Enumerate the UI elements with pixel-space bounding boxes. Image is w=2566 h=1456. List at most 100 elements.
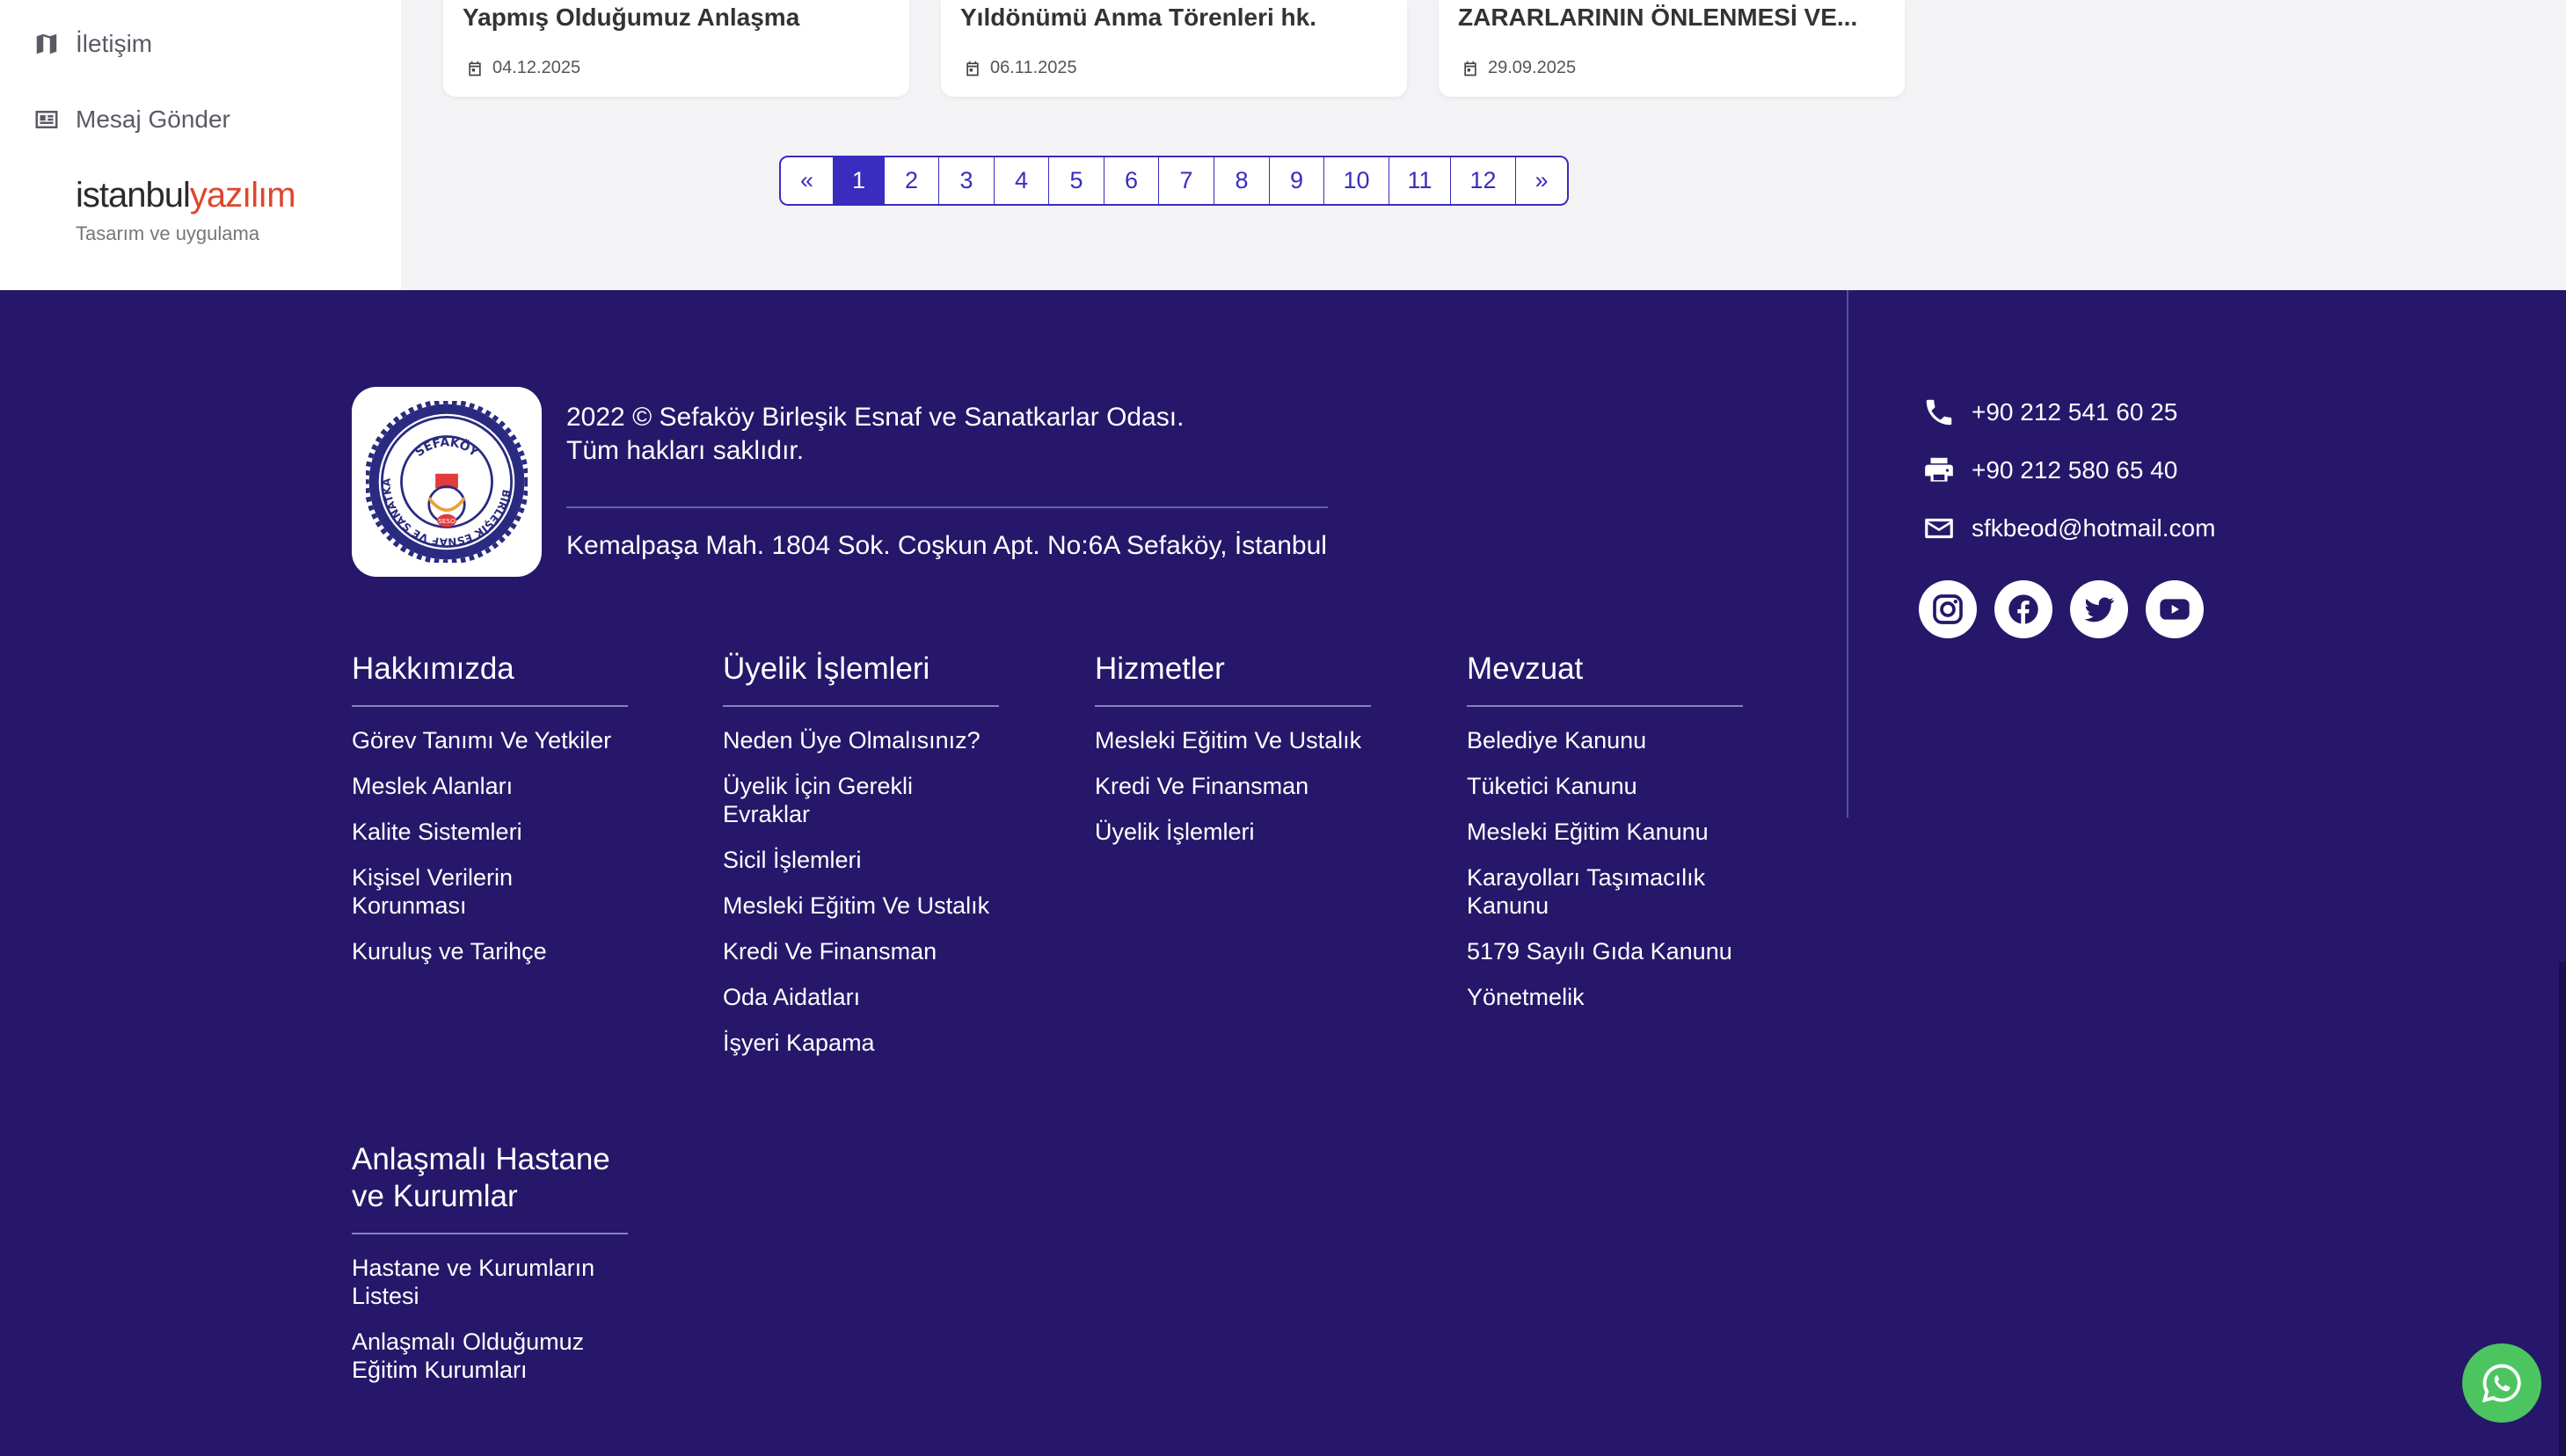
footer-link[interactable]: Oda Aidatları bbox=[723, 983, 999, 1011]
pagination-page[interactable]: 4 bbox=[995, 157, 1049, 204]
footer-rule bbox=[566, 506, 1328, 508]
footer-link[interactable]: İşyeri Kapama bbox=[723, 1029, 999, 1057]
news-card-title[interactable]: Büyük Önder Atatürk'ün 87. Vefat Yıldönü… bbox=[960, 0, 1391, 33]
twitter-link[interactable] bbox=[2070, 580, 2128, 638]
pagination-page[interactable]: 1 bbox=[834, 157, 885, 204]
news-card[interactable]: TÜTÜN ÜRÜNLERİNİN ZARARLARININ ÖNLENMESİ… bbox=[1439, 0, 1905, 97]
youtube-icon bbox=[2160, 599, 2190, 620]
calendar-icon bbox=[469, 61, 481, 76]
pagination-page[interactable]: 9 bbox=[1270, 157, 1324, 204]
news-card-title[interactable]: Albaraka Türk ile Esnafımıza Özel Yapmış… bbox=[463, 0, 893, 33]
pagination-page[interactable]: 10 bbox=[1324, 157, 1389, 204]
calendar-icon bbox=[966, 61, 979, 76]
sidebar-item-iletisim[interactable]: İletişim bbox=[33, 30, 152, 58]
footer-link[interactable]: Tüketici Kanunu bbox=[1467, 772, 1743, 800]
copyright: 2022 © Sefaköy Birleşik Esnaf ve Sanatka… bbox=[566, 401, 1184, 468]
footer-column-title: Mevzuat bbox=[1467, 651, 1743, 707]
site-footer: BİRLEŞİK ESNAF VE SANATKAR ODASI SEFAKÖY… bbox=[0, 290, 2566, 1456]
brand-logo[interactable]: istanbulyazılım Tasarım ve uygulama bbox=[76, 176, 296, 245]
footer-address: Kemalpaşa Mah. 1804 Sok. Coşkun Apt. No:… bbox=[566, 531, 1327, 560]
chamber-logo[interactable]: BİRLEŞİK ESNAF VE SANATKAR ODASI SEFAKÖY… bbox=[352, 387, 542, 577]
footer-column-mevzuat: Mevzuat Belediye Kanunu Tüketici Kanunu … bbox=[1467, 651, 1743, 1029]
pagination-page[interactable]: 5 bbox=[1049, 157, 1104, 204]
pagination-page[interactable]: 3 bbox=[939, 157, 995, 204]
footer-column-title: Anlaşmalı Hastane ve Kurumlar bbox=[352, 1141, 628, 1234]
footer-link[interactable]: Meslek Alanları bbox=[352, 772, 628, 800]
pagination-page[interactable]: 12 bbox=[1451, 157, 1516, 204]
footer-link[interactable]: Üyelik İçin Gerekli Evraklar bbox=[723, 772, 999, 828]
footer-column-hizmetler: Hizmetler Mesleki Eğitim Ve Ustalık Kred… bbox=[1095, 651, 1371, 863]
footer-link[interactable]: Karayolları Taşımacılık Kanunu bbox=[1467, 863, 1743, 920]
youtube-link[interactable] bbox=[2146, 580, 2204, 638]
footer-link[interactable]: Belediye Kanunu bbox=[1467, 726, 1743, 754]
brand-word-2: yazılım bbox=[189, 176, 296, 215]
sidebar-item-label: İletişim bbox=[76, 30, 153, 57]
sidebar-item-label: Mesaj Gönder bbox=[76, 106, 230, 133]
instagram-icon bbox=[1933, 594, 1963, 624]
copyright-line-1: 2022 © Sefaköy Birleşik Esnaf ve Sanatka… bbox=[566, 403, 1185, 432]
facebook-icon bbox=[2008, 594, 2038, 624]
pagination-next[interactable]: » bbox=[1516, 157, 1567, 204]
contact-card-icon bbox=[35, 111, 58, 128]
twitter-icon bbox=[2084, 597, 2114, 622]
phone-text: +90 212 541 60 25 bbox=[1972, 398, 2178, 426]
pagination-page[interactable]: 7 bbox=[1159, 157, 1214, 204]
printer-icon bbox=[1925, 457, 1953, 482]
chamber-seal-icon: BİRLEŞİK ESNAF VE SANATKAR ODASI SEFAKÖY… bbox=[366, 401, 528, 563]
content-area: İletişim Mesaj Gönder istanbulyazılım Ta… bbox=[0, 0, 2566, 290]
instagram-link[interactable] bbox=[1919, 580, 1977, 638]
facebook-link[interactable] bbox=[1994, 580, 2052, 638]
logo-center-text: SESO bbox=[438, 517, 456, 525]
footer-link[interactable]: Mesleki Eğitim Ve Ustalık bbox=[1095, 726, 1371, 754]
footer-link[interactable]: Yönetmelik bbox=[1467, 983, 1743, 1011]
pagination: « 1 2 3 4 5 6 7 8 9 10 11 12 » bbox=[779, 156, 1569, 206]
footer-divider bbox=[1847, 290, 1848, 818]
footer-link[interactable]: Üyelik İşlemleri bbox=[1095, 818, 1371, 846]
footer-link[interactable]: Kişisel Verilerin Korunması bbox=[352, 863, 628, 920]
footer-link[interactable]: Hastane ve Kurumların Listesi bbox=[352, 1254, 628, 1310]
pagination-page[interactable]: 2 bbox=[885, 157, 939, 204]
footer-link[interactable]: Neden Üye Olmalısınız? bbox=[723, 726, 999, 754]
pagination-prev[interactable]: « bbox=[781, 157, 834, 204]
footer-link[interactable]: Kuruluş ve Tarihçe bbox=[352, 937, 628, 965]
sidebar-item-mesaj-gonder[interactable]: Mesaj Gönder bbox=[33, 106, 230, 134]
scrollbar-thumb[interactable] bbox=[2559, 962, 2566, 1456]
footer-link[interactable]: Kredi Ve Finansman bbox=[1095, 772, 1371, 800]
footer-link[interactable]: Görev Tanımı Ve Yetkiler bbox=[352, 726, 628, 754]
contact-email[interactable]: sfkbeod@hotmail.com bbox=[1922, 512, 2215, 545]
footer-link[interactable]: Sicil İşlemleri bbox=[723, 846, 999, 874]
footer-column-uyelik: Üyelik İşlemleri Neden Üye Olmalısınız? … bbox=[723, 651, 999, 1074]
footer-column-hakkimizda: Hakkımızda Görev Tanımı Ve Yetkiler Mesl… bbox=[352, 651, 628, 983]
pagination-page[interactable]: 8 bbox=[1214, 157, 1270, 204]
news-card[interactable]: Büyük Önder Atatürk'ün 87. Vefat Yıldönü… bbox=[941, 0, 1407, 97]
footer-link[interactable]: Anlaşmalı Olduğumuz Eğitim Kurumları bbox=[352, 1328, 628, 1384]
whatsapp-button[interactable] bbox=[2462, 1343, 2541, 1423]
footer-link[interactable]: Kalite Sistemleri bbox=[352, 818, 628, 846]
calendar-icon bbox=[1464, 61, 1476, 76]
news-card-date-text: 04.12.2025 bbox=[492, 58, 581, 77]
contact-phone[interactable]: +90 212 541 60 25 bbox=[1922, 396, 2177, 429]
footer-link[interactable]: Kredi Ve Finansman bbox=[723, 937, 999, 965]
footer-link[interactable]: Mesleki Eğitim Ve Ustalık bbox=[723, 892, 999, 920]
fax-text: +90 212 580 65 40 bbox=[1972, 456, 2178, 484]
footer-column-title: Hakkımızda bbox=[352, 651, 628, 707]
footer-link[interactable]: Mesleki Eğitim Kanunu bbox=[1467, 818, 1743, 846]
map-icon bbox=[36, 33, 57, 55]
whatsapp-icon bbox=[2482, 1364, 2521, 1403]
news-card[interactable]: Albaraka Türk ile Esnafımıza Özel Yapmış… bbox=[443, 0, 909, 97]
pagination-page[interactable]: 11 bbox=[1389, 157, 1451, 204]
news-card-date-text: 29.09.2025 bbox=[1488, 58, 1577, 77]
pagination-page[interactable]: 6 bbox=[1104, 157, 1159, 204]
news-card-date: 04.12.2025 bbox=[466, 58, 580, 78]
footer-link[interactable]: 5179 Sayılı Gıda Kanunu bbox=[1467, 937, 1743, 965]
phone-icon bbox=[1926, 399, 1952, 426]
mail-icon bbox=[1925, 518, 1953, 539]
email-text: sfkbeod@hotmail.com bbox=[1972, 514, 2216, 542]
contact-fax[interactable]: +90 212 580 65 40 bbox=[1922, 454, 2177, 487]
news-card-title[interactable]: TÜTÜN ÜRÜNLERİNİN ZARARLARININ ÖNLENMESİ… bbox=[1458, 0, 1889, 33]
brand-word-1: istanbul bbox=[76, 176, 191, 215]
footer-column-title: Hizmetler bbox=[1095, 651, 1371, 707]
footer-column-anlasmali: Anlaşmalı Hastane ve Kurumlar Hastane ve… bbox=[352, 1141, 628, 1401]
copyright-line-2: Tüm hakları saklıdır. bbox=[566, 436, 805, 465]
news-card-date-text: 06.11.2025 bbox=[990, 58, 1077, 77]
